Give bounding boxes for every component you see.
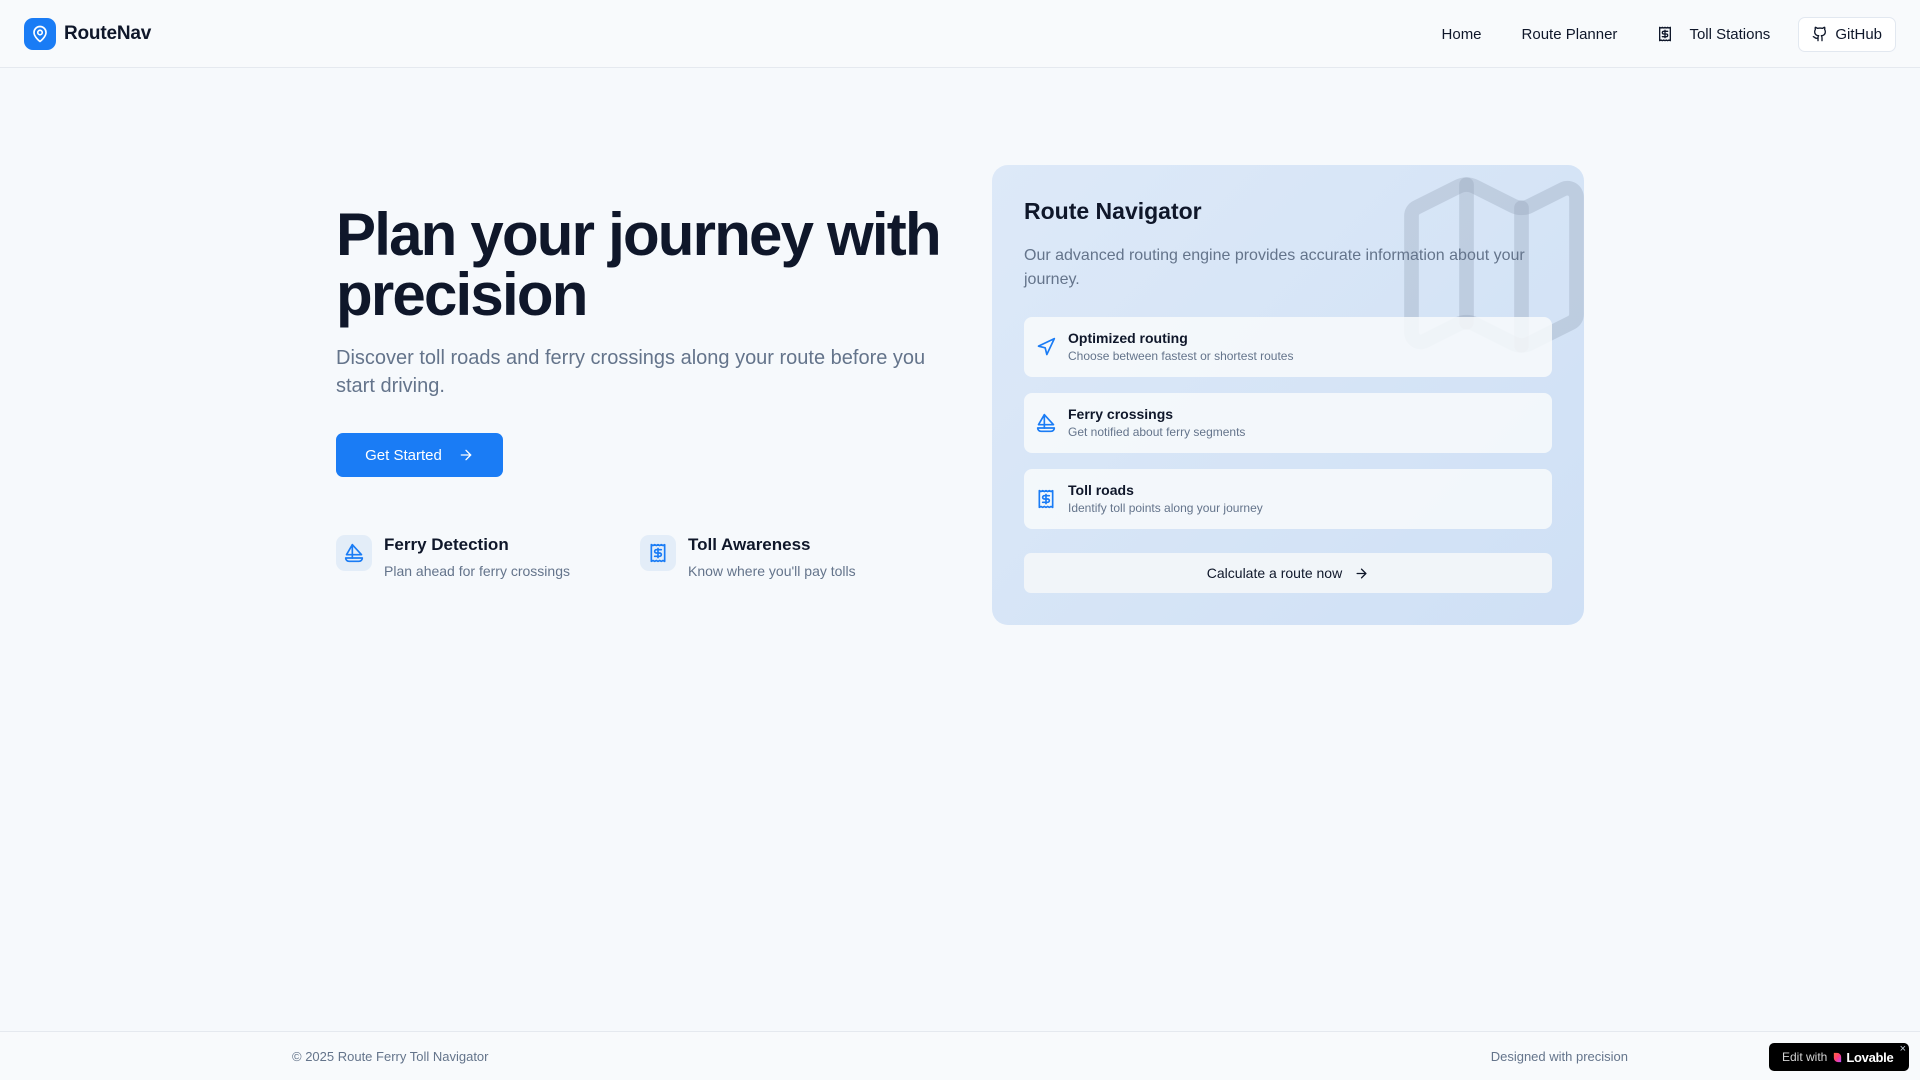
feature-description: Identify toll points along your journey (1068, 501, 1263, 515)
feature-title: Ferry Detection (384, 535, 509, 554)
feature-title: Toll Awareness (688, 535, 811, 554)
get-started-button[interactable]: Get Started (336, 433, 503, 477)
route-navigator-card: Route Navigator Our advanced routing eng… (992, 165, 1584, 625)
close-icon[interactable]: × (1900, 1043, 1906, 1055)
feature-ferry-crossings: Ferry crossings Get notified about ferry… (1024, 393, 1552, 453)
feature-toll-roads: Toll roads Identify toll points along yo… (1024, 469, 1552, 529)
nav-toll-stations-label: Toll Stations (1689, 25, 1771, 43)
calculate-route-label: Calculate a route now (1206, 565, 1343, 581)
feature-title: Toll roads (1068, 482, 1134, 498)
feature-toll-awareness: Toll Awareness Know where you'll pay tol… (640, 535, 856, 579)
toll-receipt-icon (1036, 489, 1056, 509)
lovable-brand: Lovable (1846, 1049, 1894, 1065)
feature-title: Optimized routing (1068, 330, 1188, 346)
map-pin-logo-icon (24, 18, 56, 50)
hero-title: Plan your journey with precision (336, 201, 942, 328)
lovable-edit-label: Edit with (1782, 1050, 1828, 1064)
sailboat-icon (336, 535, 372, 571)
main-nav: Home Route Planner Toll Stations GitHub (1442, 16, 1896, 52)
feature-description: Plan ahead for ferry crossings (384, 563, 570, 579)
feature-optimized-routing: Optimized routing Choose between fastest… (1024, 317, 1552, 377)
toll-receipt-icon (640, 535, 676, 571)
top-navbar: RouteNav Home Route Planner Toll Station… (0, 0, 1920, 68)
designed-with-text: Designed with precision (1490, 1049, 1628, 1064)
get-started-label: Get Started (365, 446, 442, 464)
github-button[interactable]: GitHub (1798, 16, 1896, 52)
toll-receipt-icon (1659, 26, 1672, 42)
github-icon (1812, 26, 1827, 42)
nav-home[interactable]: Home (1442, 26, 1482, 43)
feature-description: Choose between fastest or shortest route… (1068, 349, 1294, 363)
feature-ferry-detection: Ferry Detection Plan ahead for ferry cro… (336, 535, 570, 579)
arrow-right-icon (460, 449, 472, 461)
card-title: Route Navigator (1024, 198, 1202, 224)
feature-description: Know where you'll pay tolls (688, 563, 856, 579)
brand-name: RouteNav (64, 23, 152, 44)
lovable-heart-icon (1834, 1052, 1842, 1062)
hero-subtitle: Discover toll roads and ferry crossings … (336, 347, 926, 397)
brand[interactable]: RouteNav (24, 18, 151, 50)
edit-with-lovable-badge[interactable]: Edit with Lovable × (1769, 1043, 1909, 1071)
feature-description: Get notified about ferry segments (1068, 425, 1246, 439)
github-label: GitHub (1835, 25, 1882, 43)
nav-route-planner[interactable]: Route Planner (1522, 26, 1618, 43)
arrow-right-icon (1356, 568, 1367, 578)
nav-toll-stations[interactable]: Toll Stations (1657, 26, 1770, 43)
copyright-text: © 2025 Route Ferry Toll Navigator (292, 1049, 489, 1064)
card-description: Our advanced routing engine provides acc… (1024, 247, 1525, 288)
feature-title: Ferry crossings (1068, 406, 1174, 422)
navigation-icon (1036, 337, 1056, 357)
sailboat-icon (1036, 413, 1056, 433)
footer: © 2025 Route Ferry Toll Navigator Design… (0, 1031, 1920, 1080)
calculate-route-button[interactable]: Calculate a route now (1024, 553, 1552, 593)
